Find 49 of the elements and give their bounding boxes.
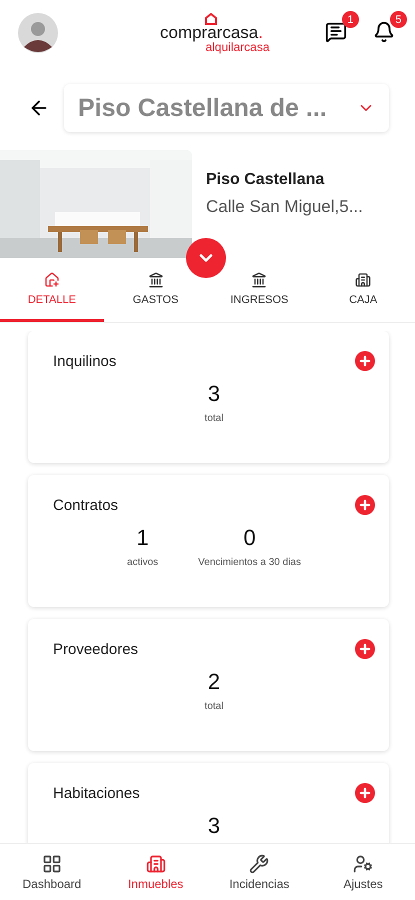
tab[interactable]: GASTOS bbox=[104, 258, 208, 322]
plus-icon bbox=[358, 786, 372, 800]
add-button[interactable] bbox=[355, 351, 375, 371]
stat-label: total bbox=[204, 701, 224, 712]
stat-value: 3 bbox=[208, 381, 220, 407]
stat-label: Vencimientos a 30 dias bbox=[198, 557, 301, 568]
tab[interactable]: INGRESOS bbox=[208, 258, 312, 322]
stat-value: 3 bbox=[208, 813, 220, 839]
card-title: Proveedores bbox=[53, 640, 138, 658]
logo-subtitle: alquilarcasa bbox=[205, 41, 270, 53]
expand-button[interactable] bbox=[186, 238, 226, 278]
property-select[interactable]: Piso Castellana de ... bbox=[64, 84, 389, 132]
nav-item[interactable]: Incidencias bbox=[208, 844, 312, 900]
bank-icon bbox=[148, 272, 164, 288]
message-badge: 1 bbox=[342, 11, 359, 28]
logo-text: comprarcasa. bbox=[160, 25, 263, 41]
card-title: Habitaciones bbox=[53, 784, 140, 802]
building-icon bbox=[355, 272, 372, 288]
user-gear-icon bbox=[353, 854, 374, 874]
avatar-icon[interactable] bbox=[18, 13, 58, 53]
card-title: Inquilinos bbox=[53, 352, 116, 370]
building-icon bbox=[146, 854, 166, 874]
nav-item[interactable]: Ajustes bbox=[311, 844, 415, 900]
bank-icon bbox=[251, 272, 268, 288]
stat-value: 0 bbox=[243, 525, 256, 551]
stat-label: total bbox=[204, 413, 224, 424]
stat-value: 1 bbox=[136, 525, 149, 551]
wrench-icon bbox=[249, 854, 270, 874]
nav-item[interactable]: Dashboard bbox=[0, 844, 104, 900]
nav-item[interactable]: Inmuebles bbox=[104, 844, 208, 900]
tab[interactable]: CAJA bbox=[311, 258, 415, 322]
property-name: Piso Castellana bbox=[206, 171, 326, 189]
plus-icon bbox=[358, 642, 372, 656]
bell-icon[interactable] bbox=[372, 21, 395, 43]
add-button[interactable] bbox=[355, 495, 375, 515]
card-title: Contratos bbox=[53, 496, 118, 514]
notification-badge: 5 bbox=[390, 11, 407, 28]
property-address: Calle San Miguel,5... bbox=[206, 197, 363, 217]
plus-icon bbox=[358, 354, 372, 368]
add-button[interactable] bbox=[355, 783, 375, 803]
plus-icon bbox=[358, 498, 372, 512]
house-icon bbox=[44, 272, 60, 288]
stat-value: 2 bbox=[208, 669, 220, 695]
add-button[interactable] bbox=[355, 639, 375, 659]
stat-label: activos bbox=[127, 557, 158, 568]
house-logo-icon bbox=[204, 13, 218, 25]
grid-icon bbox=[42, 854, 62, 874]
message-icon[interactable] bbox=[324, 21, 347, 43]
tab[interactable]: DETALLE bbox=[0, 258, 104, 322]
